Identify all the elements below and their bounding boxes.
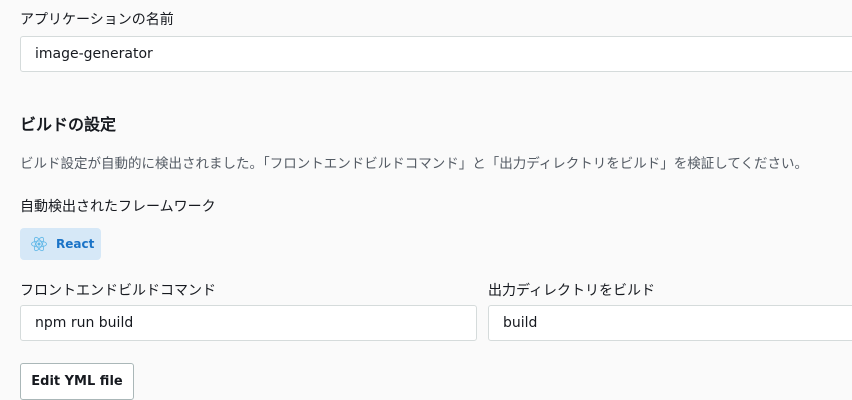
- app-name-input[interactable]: image-generator: [20, 36, 852, 72]
- react-icon: [30, 235, 48, 253]
- framework-name: React: [56, 237, 95, 251]
- frontend-build-command-label: フロントエンドビルドコマンド: [20, 283, 216, 299]
- output-directory-input[interactable]: build: [488, 305, 852, 341]
- edit-yml-file-button[interactable]: Edit YML file: [20, 363, 134, 400]
- app-name-label: アプリケーションの名前: [20, 12, 174, 28]
- build-settings-page: アプリケーションの名前 image-generator ビルドの設定 ビルド設定…: [0, 0, 852, 400]
- build-settings-title: ビルドの設定: [20, 115, 117, 134]
- build-settings-description: ビルド設定が自動的に検出されました。「フロントエンドビルドコマンド」と「出力ディ…: [20, 156, 808, 172]
- framework-label: 自動検出されたフレームワーク: [20, 199, 216, 215]
- frontend-build-command-input[interactable]: npm run build: [20, 305, 477, 341]
- framework-badge: React: [20, 228, 101, 260]
- output-directory-label: 出力ディレクトリをビルド: [488, 283, 656, 299]
